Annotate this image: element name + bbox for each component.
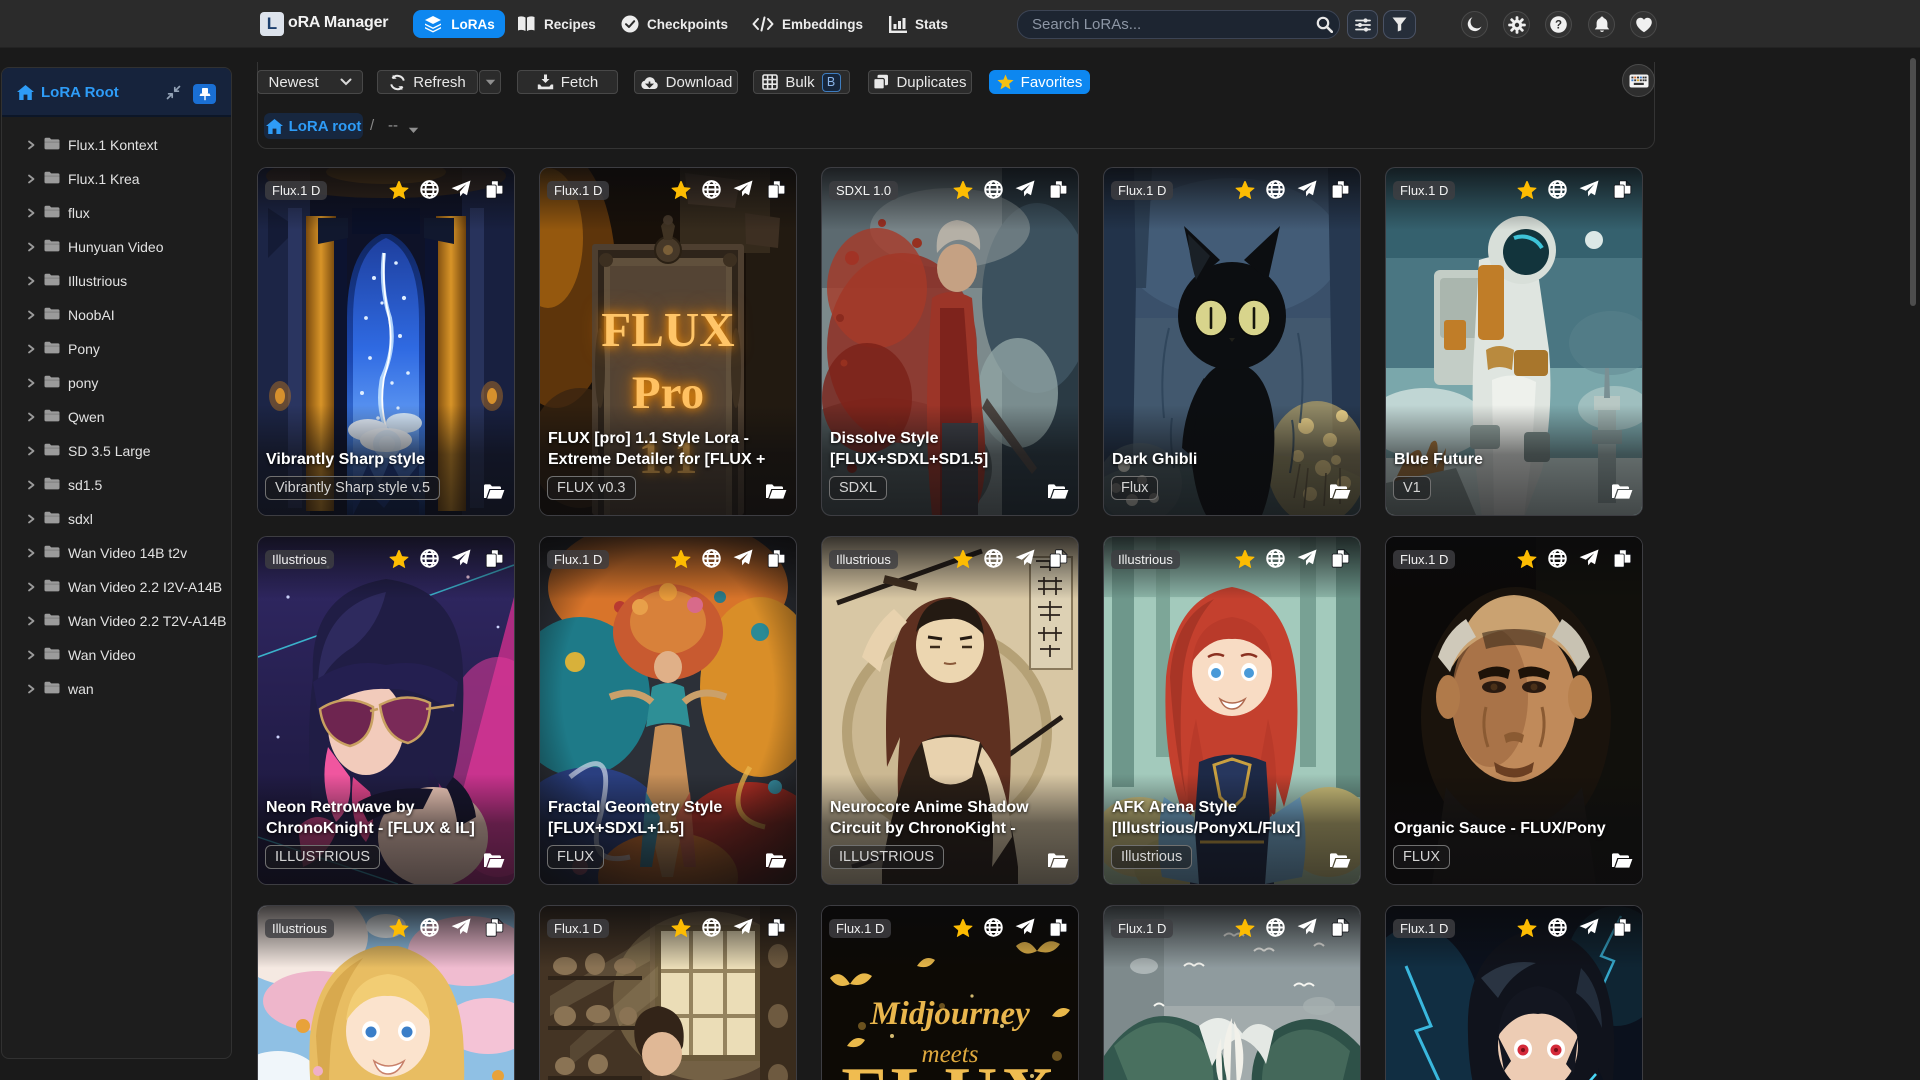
svg-text:?: ? bbox=[1555, 20, 1562, 32]
svg-text:Midjourney: Midjourney bbox=[869, 996, 1030, 1032]
svg-text:FLUX: FLUX bbox=[601, 302, 734, 357]
svg-text:FLUX: FLUX bbox=[841, 1053, 1058, 1080]
